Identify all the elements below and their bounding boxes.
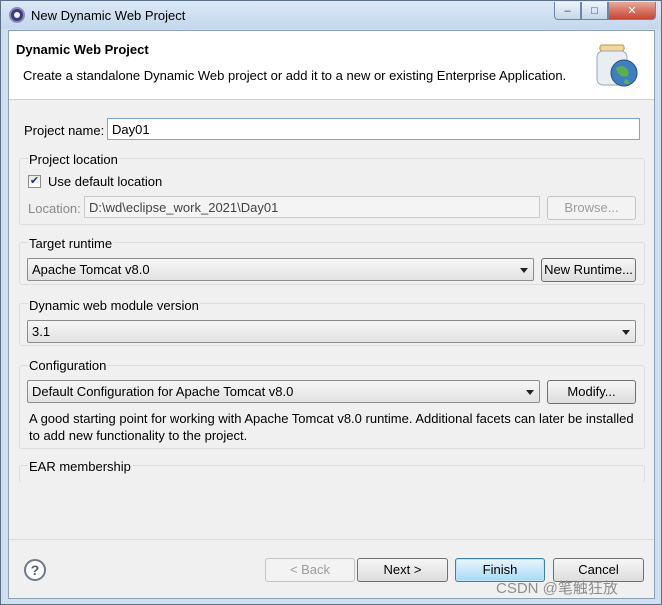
- project-name-label: Project name:: [24, 123, 105, 138]
- eclipse-app-icon: [9, 7, 25, 23]
- csdn-watermark: CSDN @笔触狂放: [496, 580, 618, 597]
- back-button[interactable]: < Back: [265, 558, 355, 582]
- chevron-down-icon: [520, 268, 528, 273]
- configuration-description: A good starting point for working with A…: [29, 411, 634, 443]
- wizard-client-area: Dynamic Web Project Create a standalone …: [8, 30, 655, 599]
- window-title: New Dynamic Web Project: [31, 8, 186, 23]
- project-name-input[interactable]: Day01: [107, 118, 640, 140]
- web-project-jar-globe-icon: [596, 44, 638, 87]
- target-runtime-group-label: Target runtime: [28, 236, 114, 251]
- use-default-location-label: Use default location: [48, 174, 163, 189]
- configuration-value: Default Configuration for Apache Tomcat …: [32, 384, 294, 399]
- configuration-select[interactable]: Default Configuration for Apache Tomcat …: [27, 380, 540, 403]
- use-default-location-checkbox[interactable]: ✔: [28, 175, 41, 188]
- chevron-down-icon: [526, 390, 534, 395]
- target-runtime-select[interactable]: Apache Tomcat v8.0: [27, 258, 534, 281]
- next-button[interactable]: Next >: [357, 558, 448, 582]
- new-runtime-button[interactable]: New Runtime...: [541, 258, 636, 282]
- project-location-group-label: Project location: [28, 152, 119, 167]
- title-bar[interactable]: New Dynamic Web Project – □ ✕: [1, 1, 661, 29]
- minimize-button[interactable]: –: [554, 2, 581, 20]
- maximize-button[interactable]: □: [581, 2, 608, 20]
- target-runtime-value: Apache Tomcat v8.0: [32, 262, 150, 277]
- module-version-group-label: Dynamic web module version: [28, 298, 200, 313]
- ear-membership-group-label: EAR membership: [28, 459, 132, 474]
- module-version-value: 3.1: [32, 324, 51, 339]
- location-label: Location:: [28, 201, 81, 216]
- configuration-group-label: Configuration: [28, 358, 108, 373]
- chevron-down-icon: [622, 330, 630, 335]
- wizard-window: New Dynamic Web Project – □ ✕ Dynamic We…: [0, 0, 662, 605]
- footer-separator: [9, 539, 654, 540]
- location-input[interactable]: D:\wd\eclipse_work_2021\Day01: [84, 196, 540, 218]
- help-icon[interactable]: ?: [24, 559, 46, 581]
- banner-title: Dynamic Web Project: [16, 42, 149, 57]
- banner-description: Create a standalone Dynamic Web project …: [23, 68, 567, 83]
- module-version-select[interactable]: 3.1: [27, 320, 636, 343]
- close-button[interactable]: ✕: [608, 2, 656, 20]
- browse-button[interactable]: Browse...: [547, 196, 636, 220]
- modify-button[interactable]: Modify...: [547, 380, 636, 404]
- wizard-banner: Dynamic Web Project Create a standalone …: [9, 31, 654, 100]
